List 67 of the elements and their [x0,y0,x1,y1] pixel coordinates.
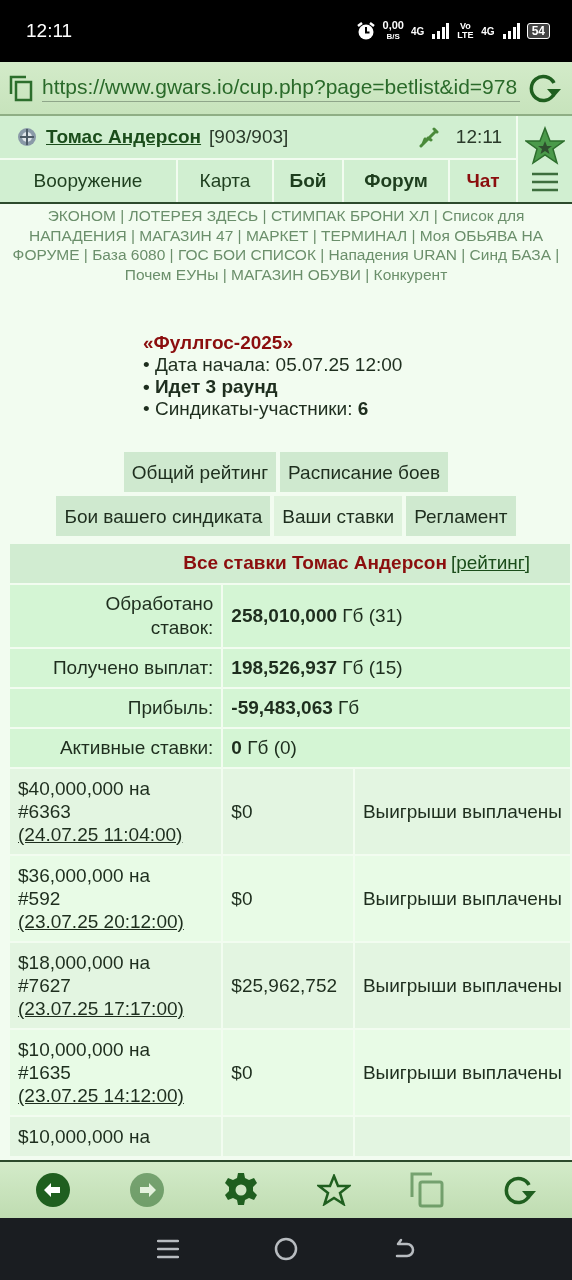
settings-icon[interactable] [223,1172,259,1208]
tab[interactable]: Общий рейтинг [123,452,277,492]
reload-icon[interactable] [503,1175,537,1205]
summary-label: Активные ставки: [59,737,214,758]
star-icon[interactable] [525,126,565,166]
tab[interactable]: Расписание боев [280,452,449,492]
bet-status: Выигрыши выплачены [362,888,562,909]
summary-value: -59,483,063 Гб [231,697,360,718]
data-unit: B/S [386,31,400,42]
server-time: 12:11 [455,126,502,148]
date-link[interactable]: (24.07.25 11:04:00) [18,824,183,845]
health-text: [903/903] [209,126,289,148]
network-label: 4G [481,25,495,37]
summary-label: Прибыль: [127,697,214,718]
alarm-icon [355,21,376,41]
tab[interactable]: Ваши ставки [274,496,403,536]
home-icon[interactable] [274,1237,298,1261]
summary-label: Получено выплат: [52,657,214,678]
bet-text: $18,000,000 на #7627 [18,952,150,996]
nav-link[interactable]: Карта [178,160,274,202]
date-link[interactable]: (23.07.25 17:17:00) [18,998,184,1019]
back-icon[interactable] [35,1172,71,1208]
reload-icon[interactable] [528,73,562,103]
menu-icon[interactable] [531,172,559,192]
summary-value: 198,526,937 Гб (15) [231,657,403,678]
bet-text: $10,000,000 на #1635 [18,1039,150,1083]
payout-amount: $0 [231,888,253,909]
bet-status: Выигрыши выплачены [362,975,562,996]
bet-status: Выигрыши выплачены [362,801,562,822]
quick-links[interactable]: ЭКОНОМ | ЛОТЕРЕЯ ЗДЕСЬ | СТИМПАК БРОНИ ХЛ | Список для НАПАДЕНИЯ | МАГАЗИН 47 | МАРКЕТ | ТЕРМИНАЛ | Моя ОБЬЯВА НА ФОРУМЕ | База 6080 | ГОС БОИ СПИСОК | Нападения URAN | Синд БАЗА | Почем ЕУНы | МАГАЗИН ОБУВИ | Конкурент [0,204,572,284]
volte-label: Vo LTE [456,22,475,40]
emblem-icon [16,126,38,148]
summary-value: 0 Гб (0) [231,737,297,758]
rating-link[interactable]: [рейтинг] [450,552,530,573]
nav-link[interactable]: Форум [344,160,450,202]
tournament-info: • Синдикаты-участники: 6 [143,398,370,420]
bet-text: $10,000,000 на [18,1126,150,1147]
tab[interactable]: Регламент [406,496,516,536]
summary-label: Обработано ставок: [105,593,214,638]
signal-icon [431,22,450,40]
summary-value: 258,010,000 Гб (31) [231,605,403,626]
clock-time: 12:11 [26,20,73,42]
bet-text: $36,000,000 на #592 [18,865,150,909]
tournament-title: «Фуллгос-2025» [143,332,294,354]
tournament-info: • Идет 3 раунд [143,376,279,398]
recents-icon[interactable] [157,1238,180,1260]
payout-amount: $0 [231,1062,253,1083]
nav-link[interactable]: Вооружение [0,160,178,202]
nav-link[interactable]: Бой [274,160,344,202]
payout-amount: $0 [231,801,253,822]
player-link[interactable]: Томас Андерсон [46,126,202,148]
payout-amount: $25,962,752 [231,975,338,996]
battery-level: 54 [526,23,550,39]
star-icon[interactable] [317,1174,351,1206]
tournament-info: • Дата начала: 05.07.25 12:00 [143,354,404,376]
table-title: Все ставки Томас Андерсон [183,552,447,573]
tabs-icon[interactable] [8,74,34,102]
tab[interactable]: Бои вашего синдиката [56,496,271,536]
date-link[interactable]: (23.07.25 14:12:00) [18,1085,184,1106]
bet-status: Выигрыши выплачены [362,1062,562,1083]
data-rate: 0,00 [382,20,404,31]
rifle-icon [417,126,440,148]
network-label: 4G [410,25,425,37]
date-link[interactable]: (23.07.25 20:12:00) [18,911,184,932]
signal-icon [501,22,520,40]
bet-text: $40,000,000 на #6363 [18,778,150,822]
nav-link[interactable]: Чат [450,160,518,202]
